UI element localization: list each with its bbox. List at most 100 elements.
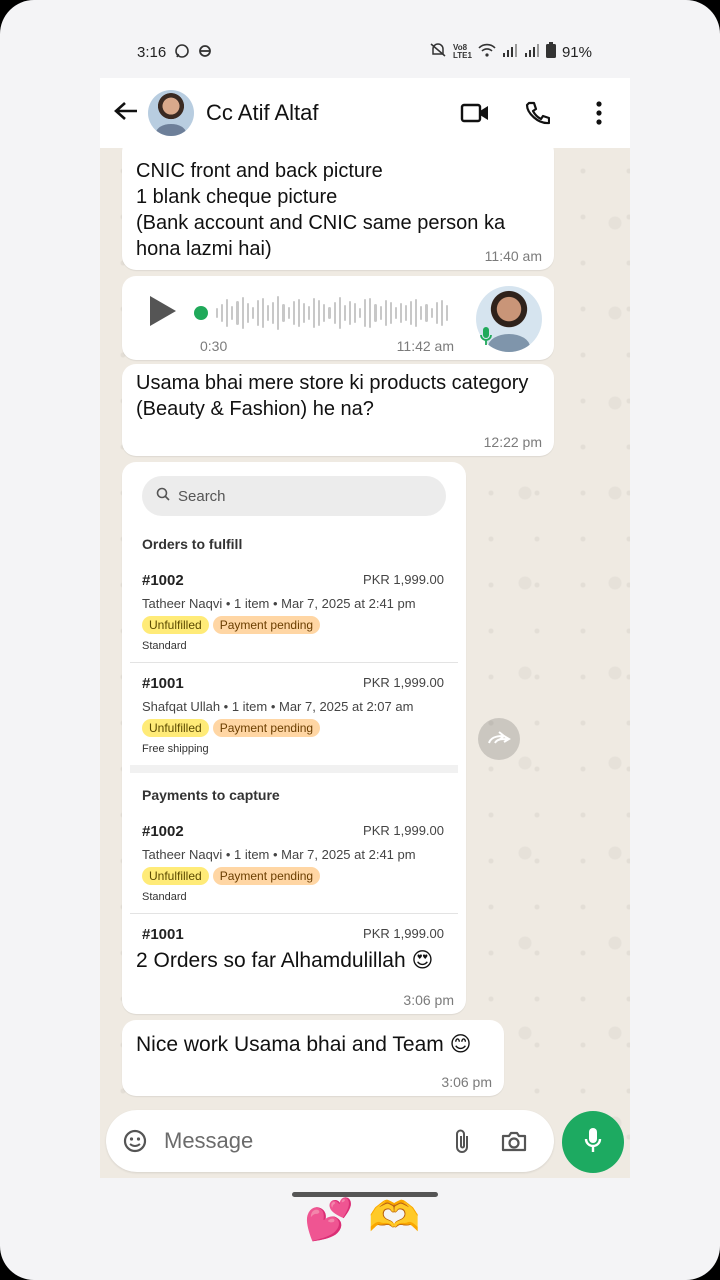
waveform-bar bbox=[261, 298, 265, 328]
waveform-bar bbox=[256, 300, 259, 326]
battery-percent: 91% bbox=[561, 43, 592, 61]
voice-call-icon[interactable] bbox=[506, 100, 568, 126]
sticker-icon[interactable] bbox=[120, 1127, 150, 1155]
waveform-bar bbox=[435, 302, 438, 324]
order-amount: PKR 1,999.00 bbox=[363, 675, 444, 690]
waveform-bar bbox=[246, 303, 249, 323]
waveform-bar bbox=[369, 298, 372, 328]
search-icon bbox=[156, 487, 170, 505]
camera-icon[interactable] bbox=[488, 1129, 540, 1153]
message-text: CNIC front and back picture 1 blank cheq… bbox=[136, 160, 506, 260]
message-bubble[interactable]: Usama bhai mere store ki products catego… bbox=[122, 364, 554, 456]
order-meta: Tatheer Naqvi • 1 item • Mar 7, 2025 at … bbox=[142, 847, 416, 862]
voice-message-bubble[interactable]: 0:30 11:42 am bbox=[122, 276, 554, 360]
message-input[interactable]: Message bbox=[164, 1128, 436, 1154]
shared-screenshot[interactable]: Search Orders to fulfill #1002 PKR 1,999.… bbox=[130, 470, 458, 960]
message-bubble[interactable]: Nice work Usama bhai and Team 😊 3:06 pm bbox=[122, 1020, 504, 1096]
signal-icon bbox=[502, 43, 518, 61]
waveform-bar bbox=[231, 306, 234, 320]
status-badge: Payment pending bbox=[212, 867, 321, 885]
message-time: 12:22 pm bbox=[483, 434, 542, 450]
waveform-bar bbox=[267, 305, 270, 321]
message-time: 3:06 pm bbox=[441, 1074, 492, 1090]
mic-icon bbox=[584, 1127, 602, 1158]
forward-icon[interactable] bbox=[478, 718, 520, 760]
order-number: #1001 bbox=[142, 926, 184, 943]
waveform-bar bbox=[216, 308, 219, 318]
order-meta: Shafqat Ullah • 1 item • Mar 7, 2025 at … bbox=[142, 699, 414, 714]
image-message-bubble[interactable]: Search Orders to fulfill #1002 PKR 1,999.… bbox=[122, 462, 466, 1014]
whatsapp-icon bbox=[174, 43, 190, 62]
waveform-bar bbox=[384, 300, 387, 326]
order-amount: PKR 1,999.00 bbox=[363, 823, 444, 838]
avatar[interactable] bbox=[148, 90, 194, 136]
waveform-bar bbox=[241, 297, 244, 329]
play-icon[interactable] bbox=[150, 296, 176, 326]
notification-icon bbox=[198, 44, 212, 61]
attach-icon[interactable] bbox=[436, 1127, 488, 1155]
waveform-bar bbox=[394, 307, 397, 319]
waveform-bar bbox=[430, 308, 433, 318]
order-amount: PKR 1,999.00 bbox=[363, 926, 444, 941]
status-badge: Unfulfilled bbox=[142, 867, 209, 885]
waveform-bar bbox=[399, 303, 403, 323]
mic-button[interactable] bbox=[562, 1111, 624, 1173]
voice-duration: 0:30 bbox=[200, 338, 228, 354]
waveform-bar bbox=[297, 299, 300, 327]
shipping-method: Standard bbox=[142, 640, 187, 652]
section-title: Payments to capture bbox=[142, 787, 280, 803]
signal-icon bbox=[524, 43, 540, 61]
voice-waveform[interactable] bbox=[216, 296, 449, 330]
waveform-bar bbox=[221, 304, 224, 322]
order-number: #1001 bbox=[142, 675, 184, 692]
order-row: #1002 PKR 1,999.00 Tatheer Naqvi • 1 item… bbox=[130, 811, 458, 914]
waveform-bar bbox=[445, 305, 449, 321]
waveform-bar bbox=[307, 306, 311, 320]
order-row: #1001 PKR 1,999.00 Shafqat Ullah • 1 item… bbox=[130, 663, 458, 765]
message-time: 3:06 pm bbox=[403, 992, 454, 1008]
overlay-stickers: 💕 🫶 bbox=[300, 1192, 440, 1262]
waveform-bar bbox=[282, 304, 285, 322]
more-vert-icon[interactable] bbox=[568, 101, 630, 125]
order-number: #1002 bbox=[142, 823, 184, 840]
status-bar: 3:16 Vo8 LTE1 91% bbox=[100, 30, 630, 74]
contact-name[interactable]: Cc Atif Altaf bbox=[206, 100, 444, 126]
waveform-bar bbox=[292, 301, 295, 325]
video-call-icon[interactable] bbox=[444, 102, 506, 124]
playback-position-dot[interactable] bbox=[194, 306, 208, 320]
back-arrow-icon[interactable] bbox=[104, 98, 148, 129]
waveform-bar bbox=[405, 305, 408, 321]
waveform-bar bbox=[359, 308, 362, 318]
order-row: #1002 PKR 1,999.00 Tatheer Naqvi • 1 item… bbox=[130, 560, 458, 663]
order-meta: Tatheer Naqvi • 1 item • Mar 7, 2025 at … bbox=[142, 596, 416, 611]
waveform-bar bbox=[318, 300, 321, 326]
waveform-bar bbox=[251, 307, 254, 319]
two-hearts-sticker: 💕 bbox=[304, 1198, 354, 1242]
wifi-icon bbox=[478, 43, 496, 61]
chat-area[interactable]: CNIC front and back picture 1 blank cheq… bbox=[100, 148, 630, 1178]
waveform-bar bbox=[379, 306, 382, 320]
waveform-bar bbox=[410, 301, 413, 325]
mic-icon bbox=[480, 326, 492, 351]
waveform-bar bbox=[343, 305, 346, 321]
status-badge: Payment pending bbox=[212, 719, 321, 737]
status-time: 3:16 bbox=[137, 43, 167, 61]
waveform-bar bbox=[348, 301, 351, 325]
waveform-bar bbox=[353, 303, 357, 323]
message-caption: 2 Orders so far Alhamdulillah 😍 bbox=[136, 949, 434, 972]
waveform-bar bbox=[333, 302, 336, 324]
message-bubble[interactable]: CNIC front and back picture 1 blank cheq… bbox=[122, 148, 554, 270]
message-text: Nice work Usama bhai and Team 😊 bbox=[136, 1033, 472, 1056]
message-composer[interactable]: Message bbox=[106, 1110, 554, 1172]
waveform-bar bbox=[389, 302, 392, 324]
waveform-bar bbox=[338, 297, 341, 329]
waveform-bar bbox=[440, 300, 443, 326]
waveform-bar bbox=[272, 302, 275, 324]
heart-hands-sticker: 🫶 bbox=[368, 1193, 421, 1240]
search-bar: Search bbox=[142, 476, 446, 516]
volte-icon: Vo8 LTE1 bbox=[453, 43, 472, 60]
message-time: 11:42 am bbox=[396, 338, 454, 354]
waveform-bar bbox=[364, 299, 367, 327]
shipping-method: Free shipping bbox=[142, 743, 209, 755]
mute-icon bbox=[429, 42, 447, 62]
